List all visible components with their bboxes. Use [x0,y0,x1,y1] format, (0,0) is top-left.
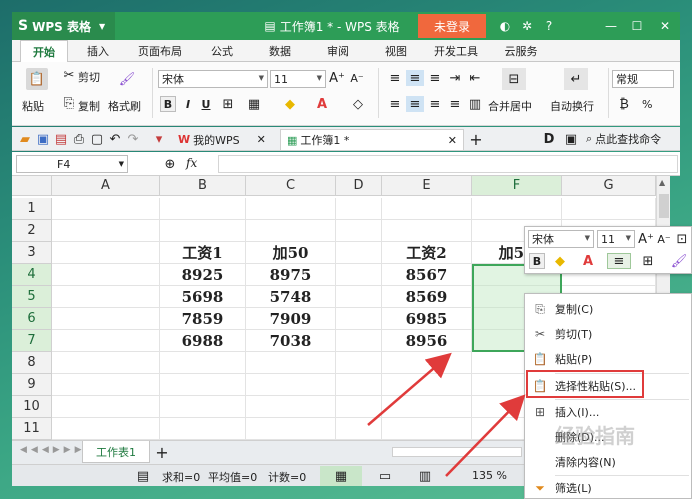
watermark: 经验指南 [555,424,635,448]
arrow-to-selection [367,352,452,426]
arrow-to-paste-special [445,394,526,477]
